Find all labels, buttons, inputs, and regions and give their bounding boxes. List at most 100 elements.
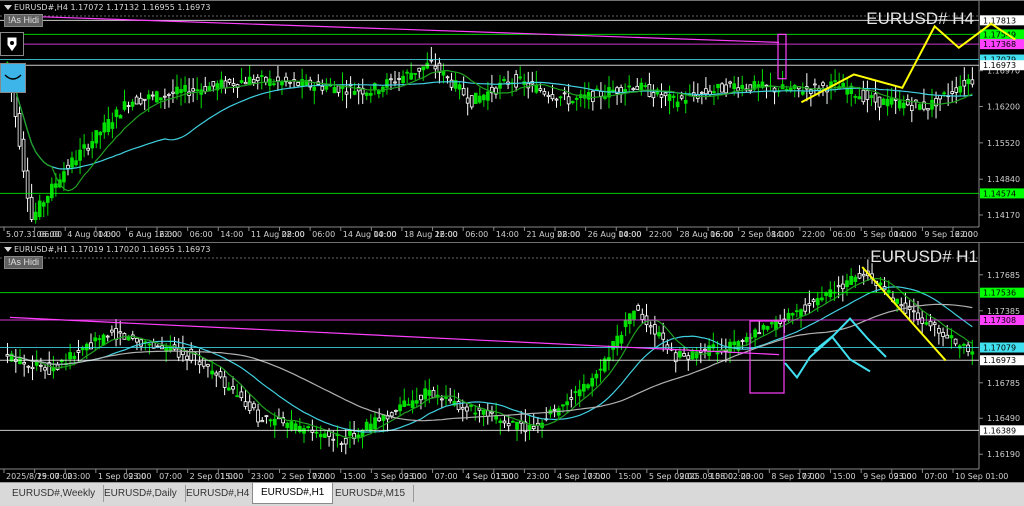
candle-body	[185, 355, 189, 360]
candle-body	[910, 105, 914, 112]
candle-body	[716, 83, 720, 89]
candle-body	[126, 336, 131, 341]
candle-body	[110, 122, 115, 129]
dropdown-triangle-icon[interactable]	[4, 5, 12, 10]
candle-body	[815, 298, 820, 306]
candle-body	[93, 337, 98, 342]
candle-body	[527, 425, 532, 430]
candle-body	[515, 421, 519, 430]
candle-body	[724, 84, 728, 94]
pen-tool-icon[interactable]	[0, 32, 24, 56]
h1-chart-canvas[interactable]: 1.176851.173851.167851.164901.161902025/…	[0, 243, 1024, 483]
price-level-label: 1.17308	[983, 316, 1016, 325]
chart-window-h1[interactable]: 1.17685 1.17385 1.16785 1.16490 1.16190 2025/…	[0, 242, 1024, 483]
candle-body	[945, 334, 950, 339]
moving-average-green	[7, 277, 973, 439]
candle-body	[264, 415, 269, 418]
candle-body	[885, 98, 890, 107]
candle-body	[41, 202, 46, 207]
tab-h1[interactable]: EURUSD#,H1	[252, 483, 334, 504]
candle-body	[587, 92, 591, 100]
candle-body	[790, 313, 795, 316]
candle-body	[861, 89, 866, 103]
candle-body	[631, 88, 636, 91]
candle-body	[667, 94, 672, 102]
candle-body	[877, 96, 882, 108]
price-level-label: 1.16973	[983, 356, 1016, 365]
price-level-label: 1.17079	[983, 344, 1016, 353]
projection-box	[777, 33, 787, 80]
candle-body	[448, 398, 453, 402]
candle-body	[878, 282, 883, 286]
time-tick-label: 22:00	[557, 230, 580, 239]
candle-body	[114, 328, 118, 340]
candle-body	[105, 335, 110, 338]
candle-body	[211, 81, 216, 87]
candle-body	[897, 100, 902, 109]
candle-body	[413, 73, 418, 75]
candle-body	[296, 82, 300, 86]
candle-body	[360, 429, 365, 438]
time-tick-label: 07:00	[435, 472, 458, 481]
candle-body	[21, 138, 26, 172]
candle-body	[243, 81, 248, 85]
time-tick-label: 06:00	[833, 230, 856, 239]
candle-body	[704, 88, 708, 95]
candle-body	[671, 95, 676, 98]
candle-body	[682, 353, 686, 357]
time-tick-label: 06:00	[465, 230, 488, 239]
candle-body	[268, 419, 273, 422]
candle-body	[841, 82, 845, 88]
candle-body	[54, 183, 58, 188]
h4-as-hidden-label[interactable]: !As Hidi	[4, 14, 44, 27]
h4-chart-canvas[interactable]: 1.169701.162001.155201.148401.141705.07.…	[0, 1, 1024, 241]
candle-body	[364, 92, 369, 96]
price-level-label: 1.17536	[983, 289, 1016, 298]
candle-body	[708, 90, 712, 95]
candle-body	[581, 383, 586, 392]
candle-body	[686, 355, 691, 360]
tab-h4[interactable]: EURUSD#,H4	[178, 485, 259, 502]
candle-body	[433, 65, 438, 70]
candle-body	[417, 67, 422, 72]
tab-daily[interactable]: EURUSD#,Daily	[96, 485, 186, 502]
candle-body	[538, 88, 543, 91]
tab-weekly[interactable]: EURUSD#,Weekly	[4, 485, 105, 502]
candle-body	[323, 433, 327, 438]
candle-body	[377, 417, 382, 422]
candle-body	[764, 84, 769, 87]
candle-body	[895, 298, 899, 304]
candle-body	[168, 345, 173, 351]
candle-body	[441, 71, 446, 76]
candle-body	[788, 87, 793, 91]
candle-body	[623, 319, 628, 328]
h1-as-hidden-label[interactable]: !As Hidi	[4, 256, 44, 269]
candle-body	[732, 83, 736, 90]
candle-body	[82, 144, 86, 149]
candle-body	[147, 343, 152, 346]
candle-body	[247, 401, 252, 411]
chart-window-h4[interactable]: 1.16970 1.16200 1.15520 1.14840 1.14170 5.07.…	[0, 0, 1024, 241]
h4-symbol-title: EURUSD# H4	[866, 9, 974, 28]
candle-body	[542, 91, 547, 95]
time-tick-label: 10 Sep 01:00	[955, 472, 1008, 481]
candle-body	[364, 421, 369, 431]
candle-body	[803, 304, 808, 312]
candle-body	[477, 95, 482, 103]
candle-body	[331, 438, 336, 441]
candle-body	[757, 332, 762, 335]
time-tick-label: 15:00	[496, 472, 519, 481]
candle-body	[663, 92, 668, 97]
smile-indicator-icon[interactable]	[0, 63, 26, 93]
time-tick-label: 06:00	[710, 230, 733, 239]
candle-body	[954, 87, 959, 93]
candle-body	[590, 377, 595, 387]
candle-body	[256, 409, 260, 423]
dropdown-triangle-icon[interactable]	[4, 247, 12, 252]
candle-body	[406, 403, 411, 406]
candle-body	[130, 101, 135, 107]
candle-body	[17, 113, 22, 147]
candle-body	[769, 322, 774, 325]
tab-m15[interactable]: EURUSD#,M15	[327, 485, 415, 502]
candle-body	[643, 85, 648, 87]
